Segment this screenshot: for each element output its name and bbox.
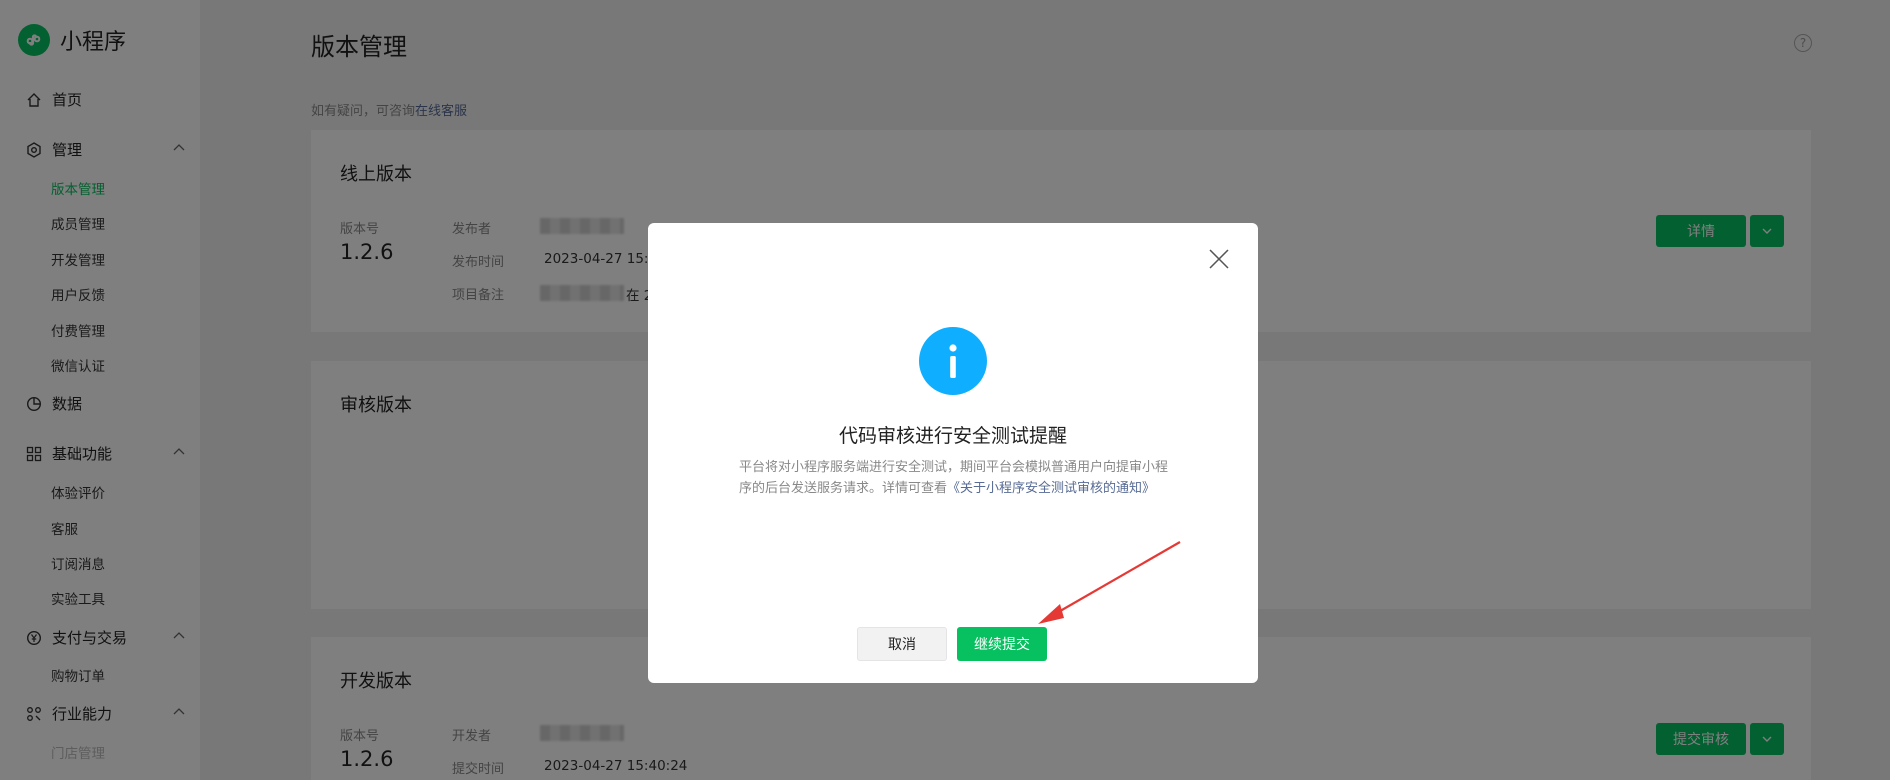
close-icon[interactable] [1206,246,1232,272]
dialog-title: 代码审核进行安全测试提醒 [838,425,1067,447]
cancel-button[interactable]: 取消 [857,627,947,661]
security-test-dialog: 代码审核进行安全测试提醒 平台将对小程序服务端进行安全测试，期间平台会模拟普通用… [648,223,1258,683]
security-notice-link[interactable]: 《关于小程序安全测试审核的通知》 [947,481,1155,496]
dialog-body: 平台将对小程序服务端进行安全测试，期间平台会模拟普通用户向提审小程序的后台发送服… [739,457,1169,499]
continue-submit-button[interactable]: 继续提交 [957,627,1047,661]
info-icon [919,327,987,395]
